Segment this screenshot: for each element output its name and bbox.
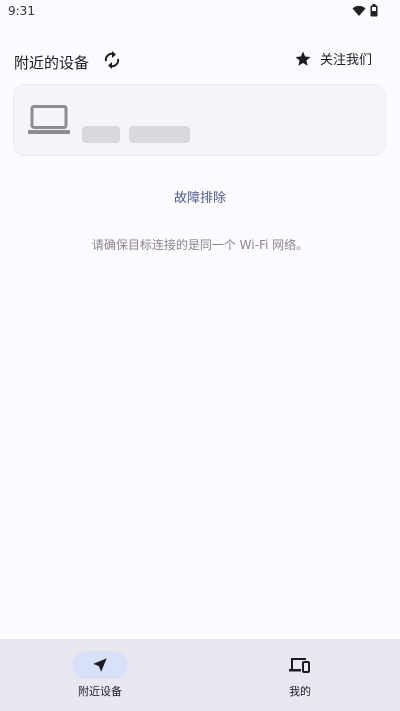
status-bar: 9:31 [0, 0, 400, 24]
star-icon [295, 51, 311, 66]
laptop-icon [28, 105, 70, 134]
device-card-placeholder[interactable] [13, 84, 386, 156]
follow-us-label: 关注我们 [319, 53, 372, 68]
follow-us-button[interactable]: 关注我们 [294, 49, 372, 68]
battery-icon [370, 4, 378, 17]
page-title: 附近的设备 [14, 54, 90, 72]
nav-label-nearby-devices: 附近设备 [78, 685, 122, 698]
status-time: 9:31 [8, 4, 35, 18]
status-icons [352, 4, 378, 17]
refresh-button[interactable] [100, 49, 124, 71]
nav-icon-container [272, 651, 328, 679]
device-info-placeholder [129, 126, 190, 143]
nav-item-mine[interactable]: 我的 [240, 651, 360, 699]
nav-item-nearby-devices[interactable]: 附近设备 [40, 651, 160, 699]
refresh-icon [104, 51, 120, 69]
wifi-icon [352, 5, 366, 16]
devices-icon [289, 658, 310, 673]
bottom-navigation: 附近设备 我的 [0, 639, 400, 711]
troubleshoot-link[interactable]: 故障排除 [0, 187, 400, 206]
nav-active-indicator [72, 651, 128, 679]
navigation-arrow-icon [93, 658, 107, 672]
wifi-hint-text: 请确保目标连接的是同一个 Wi-Fi 网络。 [91, 238, 309, 252]
header: 附近的设备 关注我们 [0, 44, 400, 76]
nav-label-mine: 我的 [289, 685, 311, 698]
device-name-placeholder [82, 126, 120, 143]
